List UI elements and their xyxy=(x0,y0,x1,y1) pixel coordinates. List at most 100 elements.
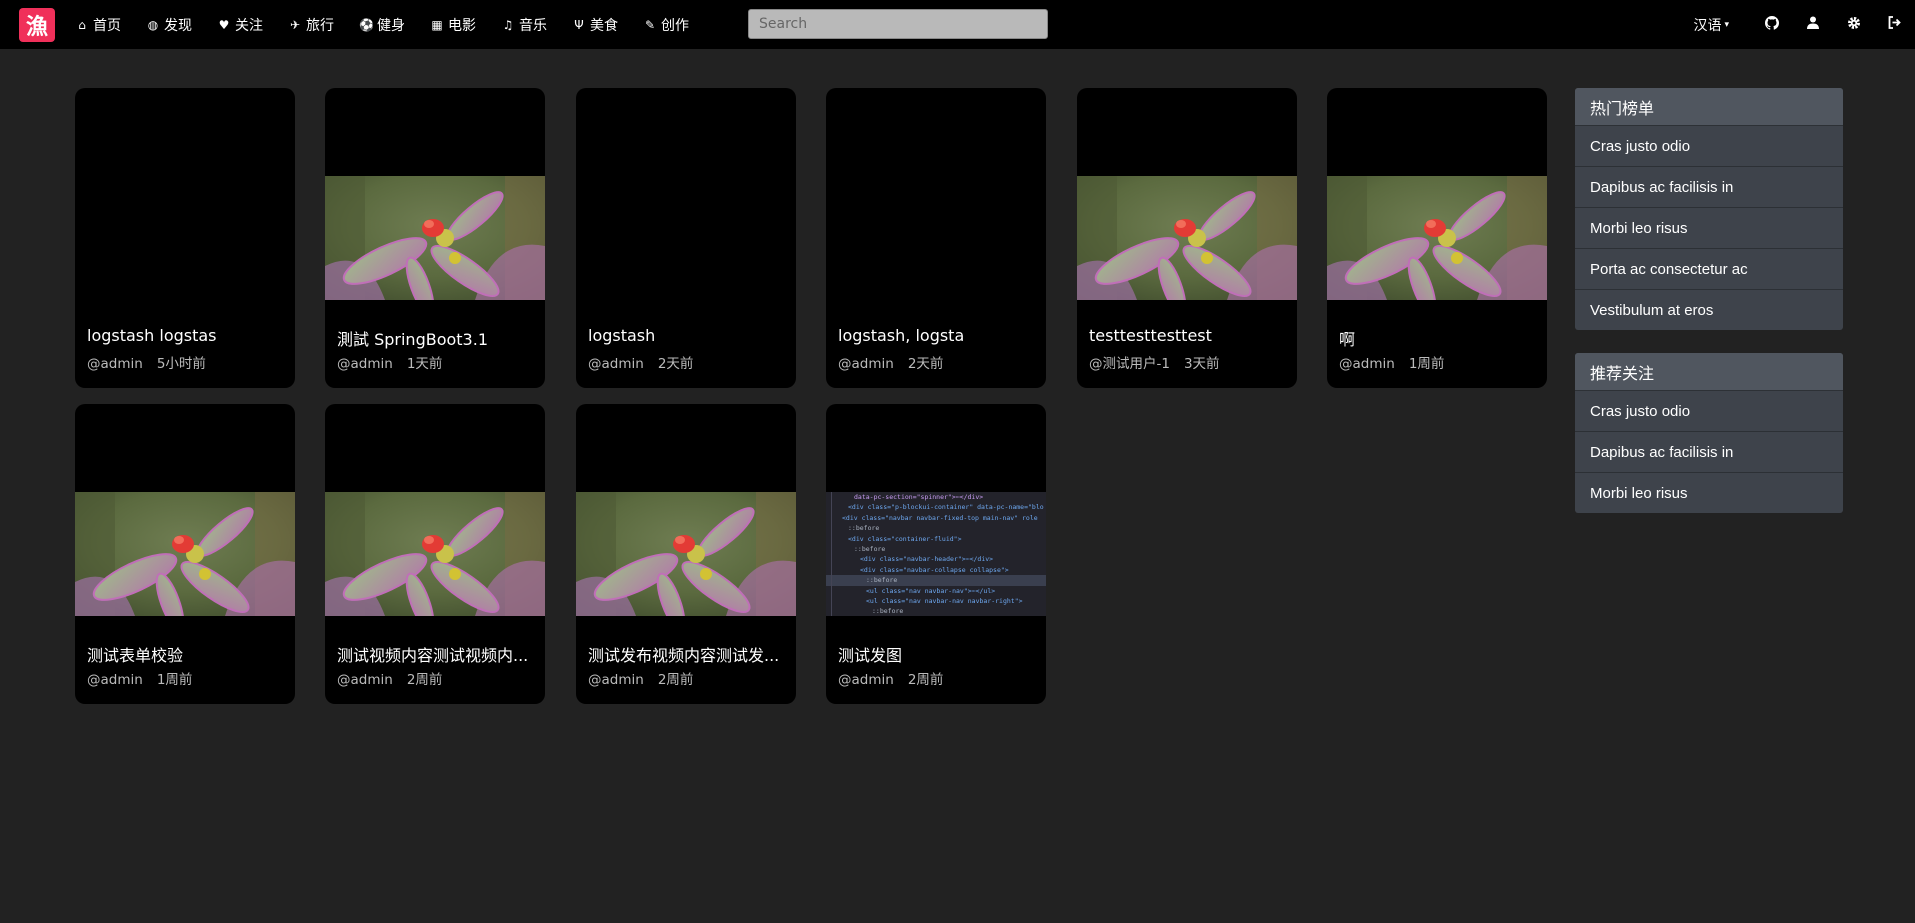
card-title[interactable]: testtesttesttest xyxy=(1089,326,1289,345)
code-line: <div class="navbar-header">⋯</div> xyxy=(860,555,994,564)
code-line: ::before xyxy=(854,544,886,553)
list-item[interactable]: Cras justo odio xyxy=(1575,126,1843,166)
card-meta: @admin 1周前 xyxy=(87,668,192,688)
flower-photo xyxy=(1327,176,1547,300)
card-title[interactable]: logstash xyxy=(588,326,788,345)
card-time: 2天前 xyxy=(657,356,694,372)
card-author[interactable]: @admin xyxy=(838,356,894,372)
card-thumbnail xyxy=(75,492,295,616)
card-thumbnail xyxy=(1327,176,1547,300)
card-title[interactable]: logstash, logsta xyxy=(838,326,1038,345)
card-time: 2周前 xyxy=(907,672,944,688)
nav-item-label: 音乐 xyxy=(519,17,547,34)
post-card[interactable]: 啊 @admin 1周前 xyxy=(1327,88,1547,388)
code-line: ::before xyxy=(866,576,898,585)
nav-item-4[interactable]: ⚽ 健身 xyxy=(359,15,405,35)
recommend-title: 推荐关注 xyxy=(1575,353,1843,391)
top-navbar: 漁 ⌂ 首页 ◍ 发现 ♥ 关注 ✈ 旅行 ⚽健身 ▦ 电影 ♫ 音乐 Ψ 美食 ✎ 创作 汉语 ▾ xyxy=(0,0,1915,49)
code-line: data-pc-section="spinner">⋯</div> xyxy=(854,493,984,501)
navbar-right: 汉语 ▾ xyxy=(1693,0,1915,49)
code-line: <div class="navbar-collapse collapse"> xyxy=(860,565,1009,574)
nav-item-8[interactable]: ✎ 创作 xyxy=(643,15,689,35)
nav-item-label: 发现 xyxy=(164,17,192,34)
card-thumbnail xyxy=(576,492,796,616)
list-item[interactable]: Morbi leo risus xyxy=(1575,207,1843,248)
list-item[interactable]: Dapibus ac facilisis in xyxy=(1575,166,1843,207)
card-author[interactable]: @测试用户-1 xyxy=(1089,356,1170,372)
flower-photo xyxy=(325,176,545,300)
nav-item-5[interactable]: ▦ 电影 xyxy=(430,15,476,35)
card-meta: @admin 2周前 xyxy=(337,668,442,688)
card-title[interactable]: 测试表单校验 xyxy=(87,642,287,666)
hot-list-title: 热门榜单 xyxy=(1575,88,1843,126)
nav-item-3[interactable]: ✈ 旅行 xyxy=(288,15,334,35)
nav-item-label: 美食 xyxy=(590,17,618,34)
main-nav: ⌂ 首页 ◍ 发现 ♥ 关注 ✈ 旅行 ⚽ 健身 ▦ 电影 ♫ 音乐 Ψ 美食 ✎ 创作 xyxy=(75,0,714,49)
nav-item-1[interactable]: ◍ 发现 xyxy=(146,15,192,35)
card-meta: @admin 2天前 xyxy=(838,352,943,372)
code-line: ::before xyxy=(848,524,880,533)
cutlery-icon: Ψ xyxy=(574,17,584,32)
nav-item-label: 电影 xyxy=(448,17,476,34)
card-title[interactable]: logstash logstas xyxy=(87,326,287,345)
code-line: <div class="p-blockui-container" data-pc… xyxy=(848,503,1044,512)
nav-item-6[interactable]: ♫ 音乐 xyxy=(501,15,547,35)
post-card[interactable]: logstash logstas @admin 5小时前 xyxy=(75,88,295,388)
card-title[interactable]: 测试视频内容测试视频内... xyxy=(337,642,537,666)
post-card[interactable]: data-pc-section="spinner">⋯</div> <div cl… xyxy=(826,404,1046,704)
list-item[interactable]: Morbi leo risus xyxy=(1575,472,1843,513)
list-item[interactable]: Vestibulum at eros xyxy=(1575,289,1843,330)
card-title[interactable]: 测试发图 xyxy=(838,642,1038,666)
card-author[interactable]: @admin xyxy=(337,356,393,372)
post-card[interactable]: logstash @admin 2天前 xyxy=(576,88,796,388)
list-item[interactable]: Porta ac consectetur ac xyxy=(1575,248,1843,289)
card-meta: @admin 2周前 xyxy=(588,668,693,688)
card-author[interactable]: @admin xyxy=(337,672,393,688)
user-icon[interactable] xyxy=(1792,16,1833,33)
card-time: 2周前 xyxy=(406,672,443,688)
music-icon: ♫ xyxy=(502,17,514,32)
nav-item-label: 关注 xyxy=(235,17,263,34)
card-time: 1周前 xyxy=(156,672,193,688)
card-title[interactable]: 测试发布视频内容测试发... xyxy=(588,642,788,666)
plane-icon: ✈ xyxy=(289,17,301,32)
home-icon: ⌂ xyxy=(78,17,86,32)
nav-item-0[interactable]: ⌂ 首页 xyxy=(75,15,121,35)
card-time: 1天前 xyxy=(406,356,443,372)
card-author[interactable]: @admin xyxy=(588,356,644,372)
sign-out-icon[interactable] xyxy=(1874,16,1915,33)
post-card[interactable]: 测试发布视频内容测试发... @admin 2周前 xyxy=(576,404,796,704)
caret-down-icon: ▾ xyxy=(1724,19,1729,30)
list-item[interactable]: Dapibus ac facilisis in xyxy=(1575,431,1843,472)
code-line: <div class="container-fluid"> xyxy=(848,534,962,543)
pencil-icon: ✎ xyxy=(644,17,656,32)
post-card[interactable]: 測試 SpringBoot3.1 @admin 1天前 xyxy=(325,88,545,388)
post-card[interactable]: 测试视频内容测试视频内... @admin 2周前 xyxy=(325,404,545,704)
nav-item-7[interactable]: Ψ 美食 xyxy=(572,15,618,35)
post-card[interactable]: logstash, logsta @admin 2天前 xyxy=(826,88,1046,388)
code-line: <ul class="nav navbar-nav">⋯</ul> xyxy=(866,586,996,595)
card-author[interactable]: @admin xyxy=(588,672,644,688)
language-label: 汉语 xyxy=(1693,17,1722,34)
flower-photo xyxy=(325,492,545,616)
list-item[interactable]: Cras justo odio xyxy=(1575,391,1843,431)
post-card[interactable]: 测试表单校验 @admin 1周前 xyxy=(75,404,295,704)
nav-item-label: 健身 xyxy=(377,17,405,34)
card-author[interactable]: @admin xyxy=(87,356,143,372)
card-title[interactable]: 啊 xyxy=(1339,326,1539,350)
language-dropdown[interactable]: 汉语 ▾ xyxy=(1693,15,1729,35)
gear-icon[interactable] xyxy=(1833,16,1874,34)
github-icon[interactable] xyxy=(1751,15,1792,34)
card-author[interactable]: @admin xyxy=(838,672,894,688)
nav-item-2[interactable]: ♥ 关注 xyxy=(217,15,263,35)
post-card[interactable]: testtesttesttest @测试用户-1 3天前 xyxy=(1077,88,1297,388)
card-meta: @admin 2天前 xyxy=(588,352,693,372)
card-author[interactable]: @admin xyxy=(1339,356,1395,372)
nav-item-label: 旅行 xyxy=(306,17,334,34)
card-author[interactable]: @admin xyxy=(87,672,143,688)
brand-logo[interactable]: 漁 xyxy=(19,8,55,42)
card-thumbnail: data-pc-section="spinner">⋯</div> <div cl… xyxy=(826,492,1046,616)
card-title[interactable]: 測試 SpringBoot3.1 xyxy=(337,326,537,350)
code-line: <ul class="nav navbar-nav navbar-right"> xyxy=(866,596,1023,605)
search-input[interactable] xyxy=(748,9,1048,39)
